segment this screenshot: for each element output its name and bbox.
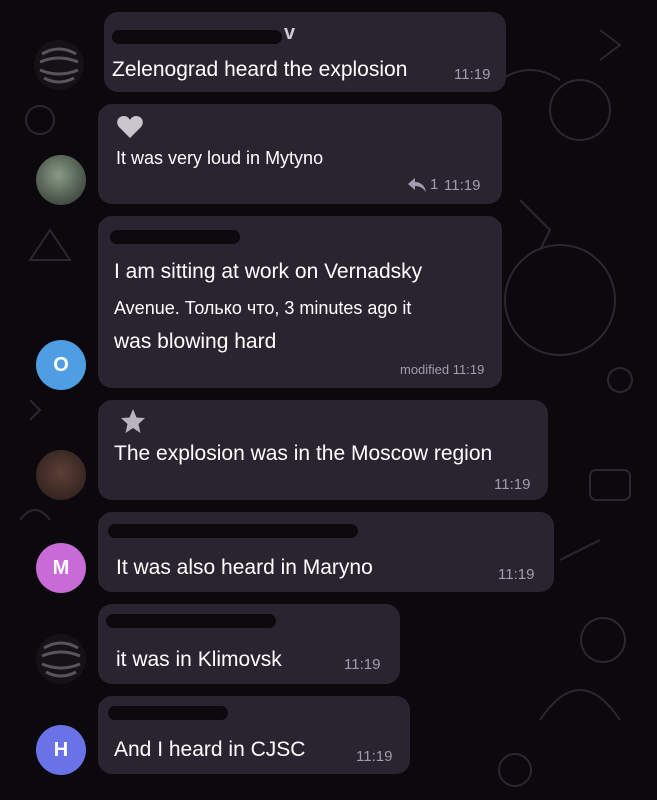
message-text: And I heard in CJSC bbox=[114, 738, 306, 761]
message-text: Avenue. Только что, 3 minutes ago it bbox=[114, 298, 412, 318]
message-time: 11:19 bbox=[454, 66, 491, 83]
message-bubble[interactable]: v Zelenograd heard the explosion 11:19 bbox=[104, 12, 506, 92]
avatar[interactable] bbox=[36, 155, 86, 205]
sender-name-redacted bbox=[110, 230, 240, 244]
avatar-image bbox=[41, 641, 81, 678]
message-text: The explosion was in the Moscow region bbox=[114, 442, 493, 465]
avatar-letter: H bbox=[53, 738, 69, 761]
reply-icon bbox=[408, 177, 426, 192]
avatar[interactable]: H bbox=[36, 725, 86, 775]
avatar[interactable] bbox=[34, 40, 84, 90]
message-bubble[interactable]: It was also heard in Maryno 11:19 bbox=[98, 512, 554, 592]
message-text: It was very loud in Mytyno bbox=[116, 148, 324, 168]
message-time: 11:19 bbox=[498, 566, 535, 583]
avatar-letter: M bbox=[52, 556, 70, 579]
star-icon bbox=[121, 409, 145, 433]
avatar-letter: O bbox=[53, 353, 69, 376]
message-bubble[interactable]: I am sitting at work on Vernadsky Avenue… bbox=[98, 216, 502, 388]
message-bubble[interactable]: it was in Klimovsk 11:19 bbox=[98, 604, 400, 684]
reply-count-value: 1 bbox=[430, 176, 439, 193]
sender-name-redacted bbox=[108, 524, 358, 538]
message-text: It was also heard in Maryno bbox=[116, 556, 373, 579]
message-bubble[interactable]: The explosion was in the Moscow region 1… bbox=[98, 400, 548, 500]
reply-count[interactable]: 1 bbox=[408, 176, 438, 193]
avatar[interactable]: M bbox=[36, 543, 86, 593]
sender-name: v bbox=[284, 22, 296, 44]
message-time: 11:19 bbox=[356, 748, 393, 765]
message-bubble[interactable]: It was very loud in Mytyno 1 11:19 bbox=[98, 104, 502, 204]
avatar[interactable] bbox=[36, 634, 86, 684]
message-text: I am sitting at work on Vernadsky bbox=[114, 260, 423, 283]
message-time: modified 11:19 bbox=[400, 362, 485, 377]
sender-name-redacted bbox=[106, 614, 276, 628]
message-time: 11:19 bbox=[344, 656, 381, 673]
avatar[interactable] bbox=[36, 450, 86, 500]
message-time: 11:19 bbox=[444, 177, 481, 194]
message-text: was blowing hard bbox=[114, 330, 277, 353]
sender-name-redacted bbox=[112, 30, 282, 44]
avatar-image bbox=[39, 47, 79, 84]
heart-icon bbox=[117, 116, 143, 138]
message-time: 11:19 bbox=[494, 476, 531, 493]
avatar[interactable]: O bbox=[36, 340, 86, 390]
sender-name-redacted bbox=[108, 706, 228, 720]
message-bubble[interactable]: And I heard in CJSC 11:19 bbox=[98, 696, 410, 774]
message-text: Zelenograd heard the explosion bbox=[112, 58, 408, 81]
message-text: it was in Klimovsk bbox=[116, 648, 282, 671]
